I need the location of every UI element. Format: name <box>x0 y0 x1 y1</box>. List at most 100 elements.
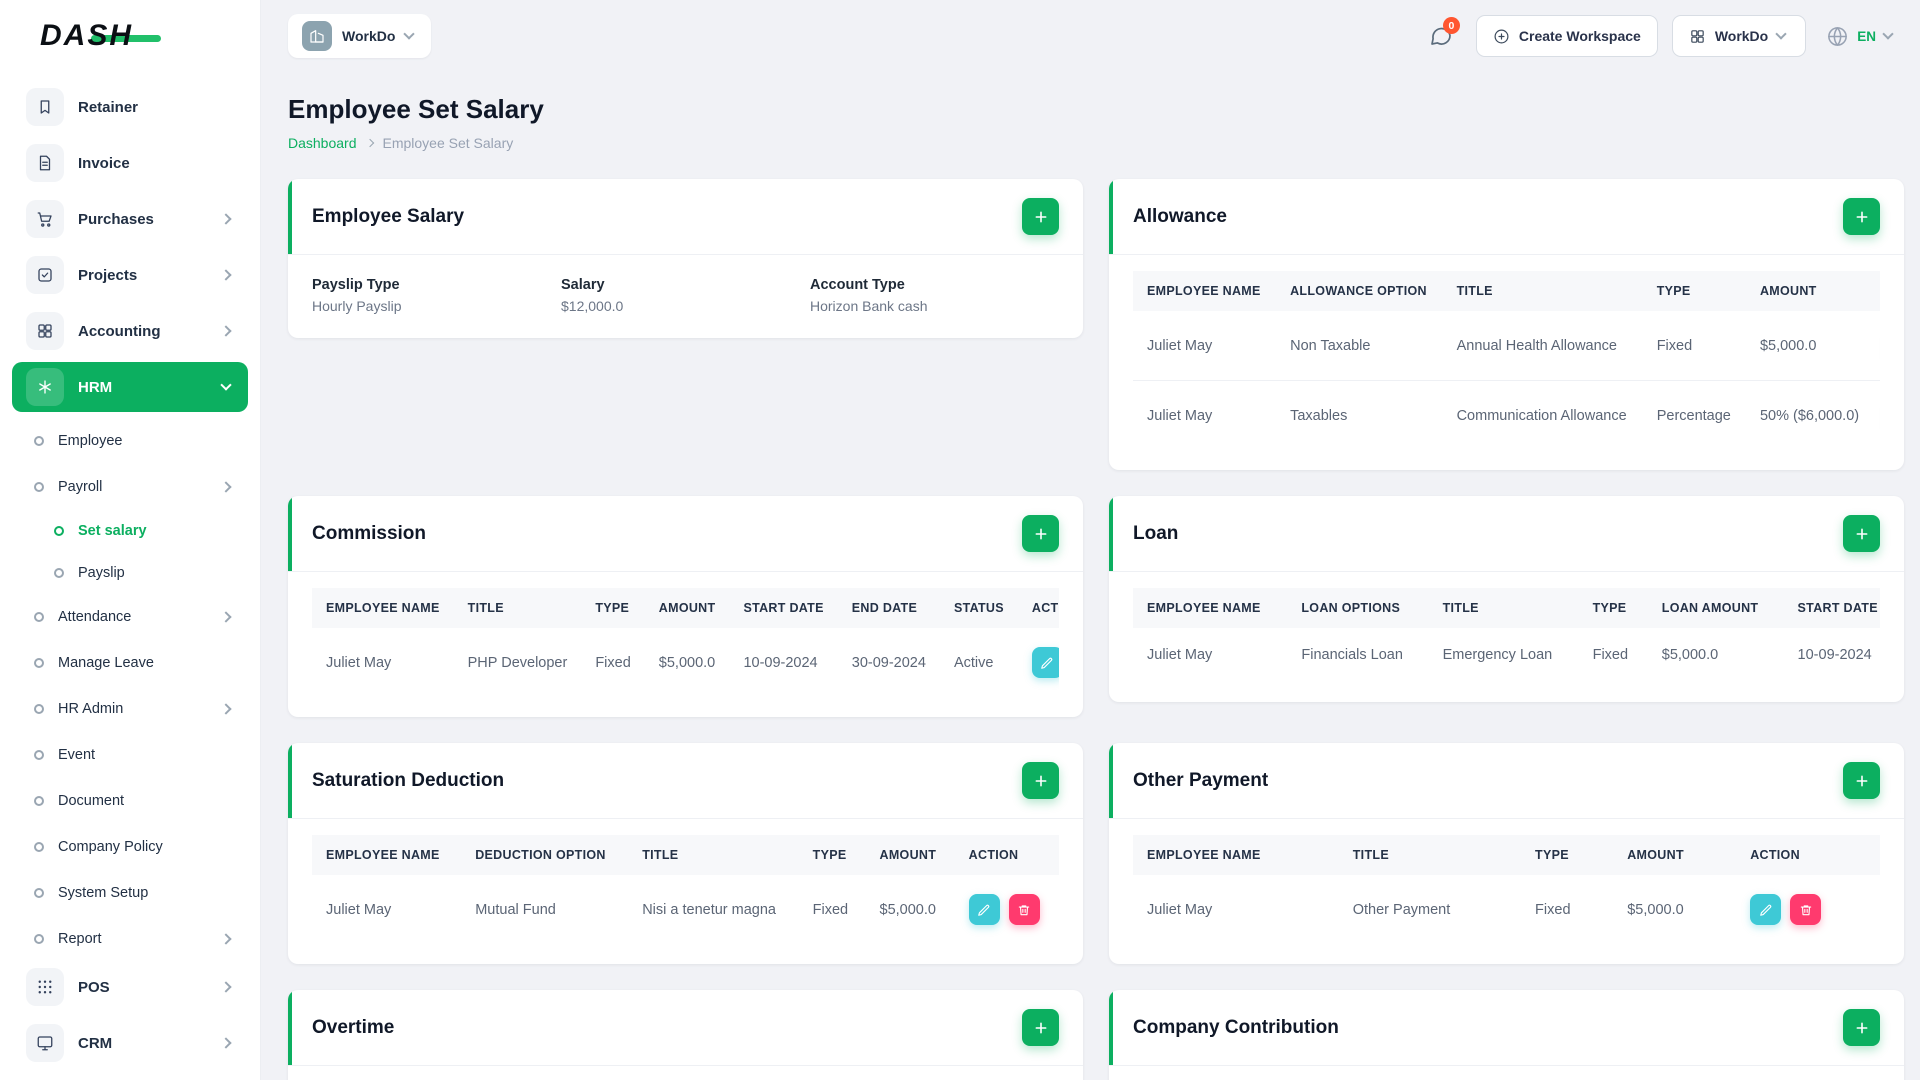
table-header-row: EMPLOYEE NAME LOAN OPTIONS TITLE TYPE LO… <box>1133 588 1880 628</box>
add-loan-button[interactable] <box>1843 515 1880 552</box>
sidebar-item-company-policy[interactable]: Company Policy <box>0 824 260 870</box>
language-selector[interactable]: EN <box>1820 25 1902 48</box>
cell-type: Fixed <box>1535 901 1571 918</box>
field-label: Payslip Type <box>312 277 400 293</box>
add-other-payment-button[interactable] <box>1843 762 1880 799</box>
sidebar-item-pos[interactable]: POS <box>12 962 248 1012</box>
salary-fields: Payslip Type Hourly Payslip Salary $12,0… <box>312 277 1059 314</box>
edit-button[interactable] <box>968 894 1000 925</box>
edit-button[interactable] <box>1750 894 1782 925</box>
sidebar-item-retainer[interactable]: Retainer <box>12 82 248 132</box>
card-body: Payslip Type Hourly Payslip Salary $12,0… <box>288 255 1083 338</box>
sidebar: DASH Retainer Invoice Purchases Projects… <box>0 0 260 1080</box>
card-title: Allowance <box>1133 205 1227 227</box>
add-overtime-button[interactable] <box>1022 1009 1059 1046</box>
clipboard-check-icon <box>26 256 64 294</box>
edit-button[interactable] <box>1031 647 1059 678</box>
workdo-menu-button[interactable]: WorkDo <box>1671 15 1807 57</box>
table-header-row: EMPLOYEE NAME TITLE TYPE AMOUNT ACTION <box>1133 835 1880 875</box>
workdo-menu-label: WorkDo <box>1714 28 1769 44</box>
add-saturation-deduction-button[interactable] <box>1022 762 1059 799</box>
saturation-deduction-table: EMPLOYEE NAME DEDUCTION OPTION TITLE TYP… <box>312 835 1059 944</box>
sidebar-item-crm[interactable]: CRM <box>12 1018 248 1068</box>
sidebar-item-system-setup[interactable]: System Setup <box>0 870 260 916</box>
cell-title: Emergency Loan <box>1442 647 1553 663</box>
card-body <box>1109 1066 1904 1080</box>
allowance-card: Allowance EMPLOYEE NAME ALLOWANCE OPTION <box>1109 179 1904 470</box>
card-body: EMPLOYEE NAME TITLE TYPE AMOUNT START DA… <box>288 572 1083 717</box>
sidebar-item-label: System Setup <box>58 885 149 901</box>
column-header: TITLE <box>1442 271 1643 311</box>
globe-icon <box>1828 26 1848 46</box>
sidebar-item-report[interactable]: Report <box>0 916 260 962</box>
card-body: EMPLOYEE NAME LOAN OPTIONS TITLE TYPE LO… <box>1109 572 1904 702</box>
sidebar-item-payroll[interactable]: Payroll <box>0 464 260 510</box>
hrm-icon <box>26 368 64 406</box>
allowance-table: EMPLOYEE NAME ALLOWANCE OPTION TITLE TYP… <box>1133 271 1880 450</box>
table-row: Juliet May Mutual Fund Nisi a tenetur ma… <box>312 875 1059 944</box>
sidebar-item-label: Attendance <box>58 609 132 625</box>
pencil-icon <box>978 904 990 916</box>
sidebar-item-manage-leave[interactable]: Manage Leave <box>0 640 260 686</box>
messages-button[interactable]: 0 <box>1420 15 1462 57</box>
sidebar-item-accounting[interactable]: Accounting <box>12 306 248 356</box>
notification-badge: 0 <box>1442 17 1460 34</box>
delete-button[interactable] <box>1790 894 1822 925</box>
sidebar-item-label: HR Admin <box>58 701 124 717</box>
sidebar-item-set-salary[interactable]: Set salary <box>0 510 260 552</box>
sidebar-item-label: Set salary <box>78 523 147 539</box>
loan-card: Loan EMPLOYEE NAME LOAN OPTIONS TITLE TY… <box>1109 496 1904 702</box>
sidebar-item-payslip[interactable]: Payslip <box>0 552 260 594</box>
add-employee-salary-button[interactable] <box>1022 198 1059 235</box>
sidebar-item-projects[interactable]: Projects <box>12 250 248 300</box>
sidebar-item-hrm[interactable]: HRM <box>12 362 248 412</box>
card-header: Saturation Deduction <box>288 743 1083 819</box>
sidebar-item-document[interactable]: Document <box>0 778 260 824</box>
building-icon <box>302 21 332 51</box>
field-label: Salary <box>561 277 605 293</box>
column-header: END DATE <box>837 588 940 628</box>
sidebar-item-employee[interactable]: Employee <box>0 418 260 464</box>
sidebar-item-purchases[interactable]: Purchases <box>12 194 248 244</box>
sidebar-item-label: POS <box>78 978 110 996</box>
sidebar-item-event[interactable]: Event <box>0 732 260 778</box>
sidebar-item-invoice[interactable]: Invoice <box>12 138 248 188</box>
cell-amount: $5,000.0 <box>879 901 936 918</box>
create-workspace-button[interactable]: Create Workspace <box>1475 15 1658 57</box>
add-commission-button[interactable] <box>1022 515 1059 552</box>
sidebar-item-label: Event <box>58 747 96 763</box>
plus-icon <box>1035 775 1046 786</box>
column-header: ACTION <box>1017 588 1059 628</box>
chevron-right-icon <box>220 481 232 493</box>
column-header: EMPLOYEE NAME <box>1133 271 1277 311</box>
workspace-selector[interactable]: WorkDo <box>288 14 432 58</box>
plus-icon <box>1856 528 1867 539</box>
add-allowance-button[interactable] <box>1843 198 1880 235</box>
cell-start-date: 10-09-2024 <box>1797 647 1872 663</box>
delete-button[interactable] <box>1008 894 1040 925</box>
sidebar-item-attendance[interactable]: Attendance <box>0 594 260 640</box>
card-body: EMPLOYEE NAME ALLOWANCE OPTION TITLE TYP… <box>1109 255 1904 470</box>
chevron-right-icon <box>220 703 232 715</box>
breadcrumb-dashboard-link[interactable]: Dashboard <box>288 135 357 151</box>
column-header: TITLE <box>1428 588 1579 628</box>
card-header: Other Payment <box>1109 743 1904 819</box>
retainer-icon <box>26 88 64 126</box>
table-header-row: EMPLOYEE NAME ALLOWANCE OPTION TITLE TYP… <box>1133 271 1880 311</box>
create-workspace-label: Create Workspace <box>1518 28 1641 44</box>
column-header: ACTION <box>1874 271 1880 311</box>
card-title: Company Contribution <box>1133 1016 1339 1038</box>
card-body <box>288 1066 1083 1080</box>
cell-status: Active <box>953 654 994 671</box>
app-root: DASH Retainer Invoice Purchases Projects… <box>0 0 1920 1080</box>
sidebar-item-label: Company Policy <box>58 839 163 855</box>
chevron-right-icon <box>365 138 374 148</box>
column-header: DEDUCTION OPTION <box>461 835 629 875</box>
sidebar-item-hr-admin[interactable]: HR Admin <box>0 686 260 732</box>
logo[interactable]: DASH <box>0 0 260 72</box>
add-company-contribution-button[interactable] <box>1843 1009 1880 1046</box>
employee-salary-card: Employee Salary Payslip Type Hourly Pays… <box>288 179 1083 338</box>
column-header: TITLE <box>1338 835 1522 875</box>
trash-icon <box>1800 904 1811 915</box>
card-body: EMPLOYEE NAME DEDUCTION OPTION TITLE TYP… <box>288 819 1083 964</box>
